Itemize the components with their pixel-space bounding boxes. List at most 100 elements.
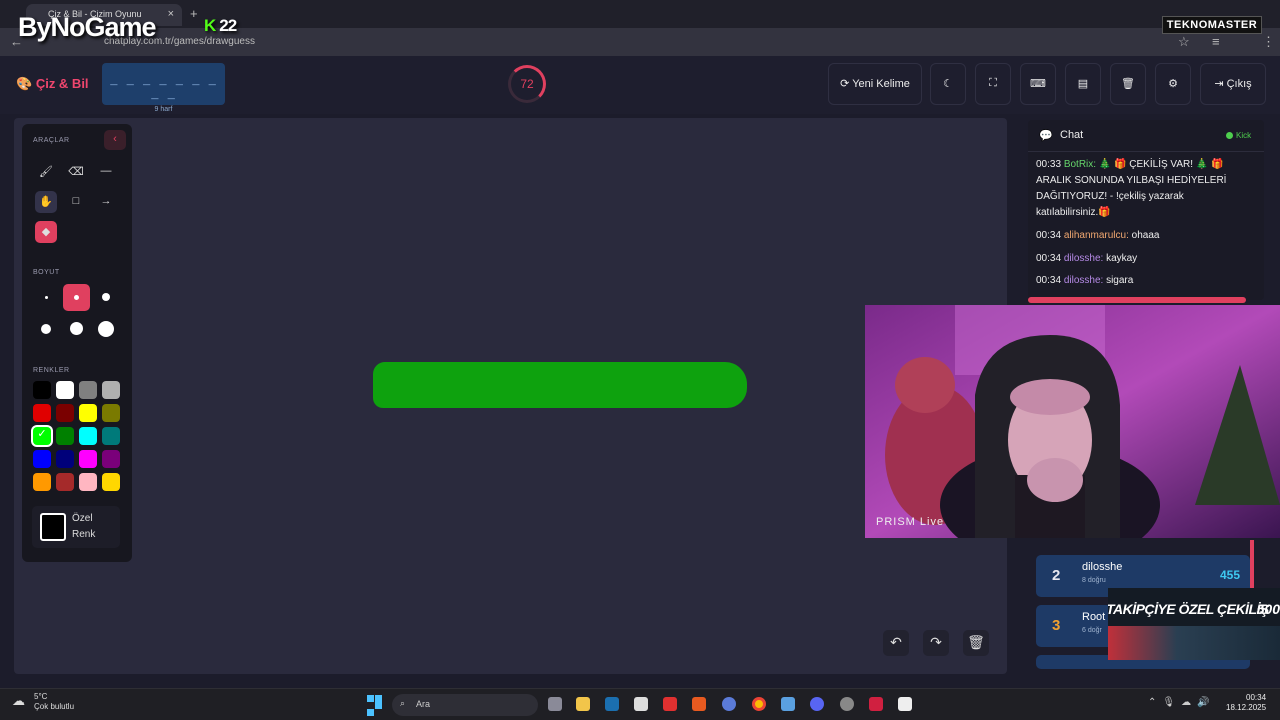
weather-widget[interactable]: ☁ 5°C Çok bulutlu [12, 692, 74, 712]
chrome-icon[interactable] [752, 697, 766, 711]
size-option-3[interactable] [95, 286, 117, 308]
color-swatch[interactable] [102, 473, 120, 491]
app-brand[interactable]: 🎨 Çiz & Bil [16, 76, 89, 92]
message-text: ohaaa [1131, 230, 1160, 241]
message-user[interactable]: dilosshe: [1064, 275, 1103, 286]
color-swatch[interactable] [79, 404, 97, 422]
drawn-stroke [373, 362, 747, 408]
taskbar-clock[interactable]: 00:34 18.12.2025 [1226, 693, 1266, 713]
obs-icon[interactable] [840, 697, 854, 711]
color-swatch[interactable] [33, 450, 51, 468]
redo-button[interactable]: ↷ [923, 630, 949, 656]
eraser-tool[interactable]: ⌫ [65, 161, 87, 183]
steam-icon[interactable] [605, 697, 619, 711]
undo-button[interactable]: ↶ [883, 630, 909, 656]
color-swatch[interactable] [102, 381, 120, 399]
overlay-logo-text: ByNoGame [18, 12, 157, 42]
dark-mode-button[interactable]: ☾ [930, 63, 966, 105]
size-dot [98, 321, 114, 337]
new-word-button[interactable]: ⟳ Yeni Kelime [828, 63, 922, 105]
color-swatch[interactable] [79, 427, 97, 445]
color-swatch[interactable] [102, 404, 120, 422]
file-explorer-icon[interactable] [576, 697, 590, 711]
size-dot [74, 295, 79, 300]
epic-games-icon[interactable] [634, 697, 648, 711]
url-field[interactable]: chatplay.com.tr/games/drawguess [96, 33, 1176, 51]
taskbar-search[interactable]: ⌕ Ara [392, 694, 538, 716]
app-icon[interactable] [781, 697, 795, 711]
color-swatch[interactable]: ✓ [33, 427, 51, 445]
color-swatch[interactable] [33, 381, 51, 399]
custom-color-swatch [40, 513, 66, 541]
app-icon[interactable] [692, 697, 706, 711]
new-tab-icon[interactable]: + [190, 6, 198, 21]
exit-label: Çıkış [1226, 78, 1252, 90]
rectangle-tool[interactable]: □ [65, 191, 87, 213]
cloud-icon: ☁ [12, 693, 25, 708]
hand-icon: ✋ [39, 196, 53, 208]
trash-icon: 🗑 [967, 634, 985, 650]
message-user[interactable]: BotRix: [1064, 159, 1096, 170]
color-swatch[interactable] [56, 450, 74, 468]
color-swatch[interactable] [102, 427, 120, 445]
redo-icon: ↷ [930, 634, 942, 650]
leaderboard-scrollbar[interactable] [1250, 540, 1254, 588]
antivirus-icon[interactable] [663, 697, 677, 711]
color-swatch[interactable] [33, 473, 51, 491]
close-tab-icon[interactable]: × [168, 8, 174, 20]
webcam-feed [865, 305, 1280, 538]
leaderboard-detail: 8 doğru [1082, 577, 1106, 584]
stream-logo-overlay: ByNoGame K 22 [18, 12, 237, 43]
clear-canvas-button[interactable]: 🗑 [963, 630, 989, 656]
bookmark-star-icon[interactable]: ☆ [1178, 34, 1190, 50]
extensions-icon[interactable]: ≡ [1212, 34, 1220, 49]
eraser-icon: ⌫ [68, 166, 84, 178]
line-tool[interactable]: — [95, 161, 117, 183]
arrow-tool[interactable]: → [95, 191, 117, 213]
color-swatch[interactable] [79, 381, 97, 399]
message-user[interactable]: dilosshe: [1064, 253, 1103, 264]
color-swatch[interactable] [79, 450, 97, 468]
trash-icon: 🗑 [1121, 78, 1135, 90]
size-dot [41, 324, 51, 334]
size-option-1[interactable] [35, 286, 57, 308]
fill-tool[interactable]: ◆ [35, 221, 57, 243]
brush-tool[interactable]: 🖌 [35, 161, 57, 183]
archive-button[interactable]: ▤ [1065, 63, 1101, 105]
message-user[interactable]: alihanmarulcu: [1064, 230, 1129, 241]
delete-button[interactable]: 🗑 [1110, 63, 1146, 105]
hand-tool[interactable]: ✋ [35, 191, 57, 213]
keyboard-button[interactable]: ⌨ [1020, 63, 1056, 105]
size-option-2[interactable] [63, 284, 90, 311]
browser-menu-icon[interactable]: ⋮ [1262, 34, 1275, 50]
system-tray[interactable]: ⌃🎙☁🔊 [1148, 697, 1216, 708]
color-swatch[interactable] [56, 381, 74, 399]
color-swatch[interactable] [56, 404, 74, 422]
temperature: 5°C [34, 692, 48, 701]
windows-start-icon[interactable] [367, 695, 383, 716]
task-view-icon[interactable] [548, 697, 562, 711]
fullscreen-button[interactable]: ⛶ [975, 63, 1011, 105]
weather-condition: Çok bulutlu [34, 702, 75, 711]
size-option-4[interactable] [35, 318, 57, 340]
custom-color-button[interactable]: Özel Renk [32, 506, 120, 548]
app-icon[interactable] [722, 697, 736, 711]
color-swatch[interactable] [56, 427, 74, 445]
exit-button[interactable]: ⇥ Çıkış [1200, 63, 1266, 105]
paint-bucket-icon: ◆ [41, 226, 51, 238]
size-option-5[interactable] [65, 318, 87, 340]
color-swatch[interactable] [79, 473, 97, 491]
settings-button[interactable]: ⚙ [1155, 63, 1191, 105]
color-swatch[interactable] [102, 450, 120, 468]
color-swatch[interactable] [33, 404, 51, 422]
chat-message: 00:34 alihanmarulcu: ohaaa [1036, 228, 1242, 244]
word-blanks: _ _ _ _ _ _ _ _ _ [110, 74, 217, 102]
color-swatch[interactable] [56, 473, 74, 491]
collapse-panel-button[interactable]: ‹ [104, 130, 126, 150]
capcut-icon[interactable] [898, 697, 912, 711]
chat-message: 00:34 dilosshe: kaykay [1036, 251, 1242, 267]
discord-icon[interactable] [810, 697, 824, 711]
size-option-6[interactable] [95, 318, 117, 340]
leaderboard-name: dilosshe [1082, 561, 1123, 573]
media-player-icon[interactable] [869, 697, 883, 711]
